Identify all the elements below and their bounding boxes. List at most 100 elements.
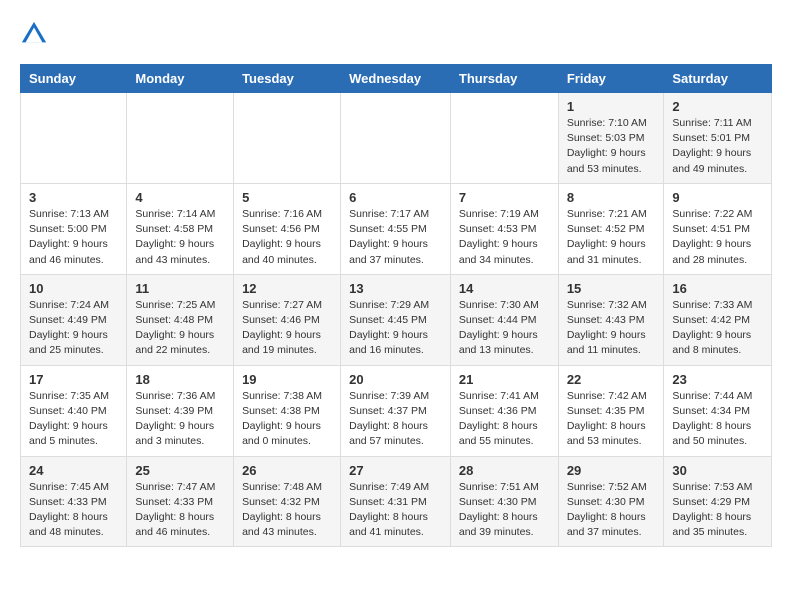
day-info: Sunrise: 7:38 AM Sunset: 4:38 PM Dayligh… — [242, 389, 332, 450]
day-number: 26 — [242, 463, 332, 478]
day-info: Sunrise: 7:22 AM Sunset: 4:51 PM Dayligh… — [672, 207, 763, 268]
day-info: Sunrise: 7:44 AM Sunset: 4:34 PM Dayligh… — [672, 389, 763, 450]
weekday-header-wednesday: Wednesday — [341, 65, 451, 93]
calendar-cell: 21Sunrise: 7:41 AM Sunset: 4:36 PM Dayli… — [450, 365, 558, 456]
day-info: Sunrise: 7:32 AM Sunset: 4:43 PM Dayligh… — [567, 298, 656, 359]
weekday-header-thursday: Thursday — [450, 65, 558, 93]
day-number: 20 — [349, 372, 442, 387]
day-number: 7 — [459, 190, 550, 205]
day-number: 15 — [567, 281, 656, 296]
calendar-cell: 25 Sunrise: 7:47 AM Sunset: 4:33 PM Dayli… — [127, 456, 234, 547]
day-number: 4 — [135, 190, 225, 205]
calendar-header: SundayMondayTuesdayWednesdayThursdayFrid… — [21, 65, 772, 93]
day-number: 1 — [567, 99, 656, 114]
day-number: 11 — [135, 281, 225, 296]
weekday-header-monday: Monday — [127, 65, 234, 93]
calendar-cell: 3 Sunrise: 7:13 AM Sunset: 5:00 PM Daylig… — [21, 183, 127, 274]
calendar-cell: 24 Sunrise: 7:45 AM Sunset: 4:33 PM Dayli… — [21, 456, 127, 547]
weekday-header-sunday: Sunday — [21, 65, 127, 93]
day-number: 6 — [349, 190, 442, 205]
day-info: Sunrise: 7:47 AM Sunset: 4:33 PM Dayligh… — [135, 480, 225, 541]
day-info: Sunrise: 7:51 AM Sunset: 4:30 PM Dayligh… — [459, 480, 550, 541]
calendar-cell: 29 Sunrise: 7:52 AM Sunset: 4:30 PM Dayli… — [558, 456, 664, 547]
calendar-cell: 26 Sunrise: 7:48 AM Sunset: 4:32 PM Dayli… — [234, 456, 341, 547]
calendar-cell: 14 Sunrise: 7:30 AM Sunset: 4:44 PM Dayli… — [450, 274, 558, 365]
day-info: Sunrise: 7:10 AM Sunset: 5:03 PM Dayligh… — [567, 116, 656, 177]
day-info: Sunrise: 7:14 AM Sunset: 4:58 PM Dayligh… — [135, 207, 225, 268]
calendar-cell: 8 Sunrise: 7:21 AM Sunset: 4:52 PM Daylig… — [558, 183, 664, 274]
day-number: 13 — [349, 281, 442, 296]
day-info: Sunrise: 7:13 AM Sunset: 5:00 PM Dayligh… — [29, 207, 118, 268]
day-info: Sunrise: 7:48 AM Sunset: 4:32 PM Dayligh… — [242, 480, 332, 541]
day-info: Sunrise: 7:35 AM Sunset: 4:40 PM Dayligh… — [29, 389, 118, 450]
day-info: Sunrise: 7:45 AM Sunset: 4:33 PM Dayligh… — [29, 480, 118, 541]
calendar-cell — [450, 93, 558, 184]
calendar-cell: 2Sunrise: 7:11 AM Sunset: 5:01 PM Daylig… — [664, 93, 772, 184]
logo — [20, 20, 52, 48]
calendar-body: 1 Sunrise: 7:10 AM Sunset: 5:03 PM Daylig… — [21, 93, 772, 547]
calendar-week-1: 3 Sunrise: 7:13 AM Sunset: 5:00 PM Daylig… — [21, 183, 772, 274]
day-number: 30 — [672, 463, 763, 478]
calendar-cell: 16 Sunrise: 7:33 AM Sunset: 4:42 PM Dayli… — [664, 274, 772, 365]
day-number: 23 — [672, 372, 763, 387]
day-number: 14 — [459, 281, 550, 296]
day-number: 3 — [29, 190, 118, 205]
calendar-cell: 22Sunrise: 7:42 AM Sunset: 4:35 PM Dayli… — [558, 365, 664, 456]
logo-icon — [20, 20, 48, 48]
calendar-cell: 13 Sunrise: 7:29 AM Sunset: 4:45 PM Dayli… — [341, 274, 451, 365]
calendar-cell — [341, 93, 451, 184]
page-header — [20, 20, 772, 48]
day-info: Sunrise: 7:11 AM Sunset: 5:01 PM Dayligh… — [672, 116, 763, 177]
calendar-cell: 10Sunrise: 7:24 AM Sunset: 4:49 PM Dayli… — [21, 274, 127, 365]
header-row: SundayMondayTuesdayWednesdayThursdayFrid… — [21, 65, 772, 93]
day-number: 19 — [242, 372, 332, 387]
day-number: 8 — [567, 190, 656, 205]
day-info: Sunrise: 7:27 AM Sunset: 4:46 PM Dayligh… — [242, 298, 332, 359]
calendar-week-2: 10Sunrise: 7:24 AM Sunset: 4:49 PM Dayli… — [21, 274, 772, 365]
day-info: Sunrise: 7:41 AM Sunset: 4:36 PM Dayligh… — [459, 389, 550, 450]
calendar-week-0: 1 Sunrise: 7:10 AM Sunset: 5:03 PM Daylig… — [21, 93, 772, 184]
weekday-header-tuesday: Tuesday — [234, 65, 341, 93]
day-info: Sunrise: 7:21 AM Sunset: 4:52 PM Dayligh… — [567, 207, 656, 268]
day-info: Sunrise: 7:29 AM Sunset: 4:45 PM Dayligh… — [349, 298, 442, 359]
day-info: Sunrise: 7:16 AM Sunset: 4:56 PM Dayligh… — [242, 207, 332, 268]
day-info: Sunrise: 7:52 AM Sunset: 4:30 PM Dayligh… — [567, 480, 656, 541]
day-number: 22 — [567, 372, 656, 387]
day-number: 25 — [135, 463, 225, 478]
day-number: 12 — [242, 281, 332, 296]
day-info: Sunrise: 7:36 AM Sunset: 4:39 PM Dayligh… — [135, 389, 225, 450]
calendar-cell: 20Sunrise: 7:39 AM Sunset: 4:37 PM Dayli… — [341, 365, 451, 456]
calendar-cell — [21, 93, 127, 184]
calendar-table: SundayMondayTuesdayWednesdayThursdayFrid… — [20, 64, 772, 547]
day-number: 10 — [29, 281, 118, 296]
calendar-cell: 7 Sunrise: 7:19 AM Sunset: 4:53 PM Daylig… — [450, 183, 558, 274]
day-info: Sunrise: 7:30 AM Sunset: 4:44 PM Dayligh… — [459, 298, 550, 359]
day-info: Sunrise: 7:53 AM Sunset: 4:29 PM Dayligh… — [672, 480, 763, 541]
calendar-cell: 17Sunrise: 7:35 AM Sunset: 4:40 PM Dayli… — [21, 365, 127, 456]
calendar-week-3: 17Sunrise: 7:35 AM Sunset: 4:40 PM Dayli… — [21, 365, 772, 456]
calendar-cell: 19 Sunrise: 7:38 AM Sunset: 4:38 PM Dayli… — [234, 365, 341, 456]
weekday-header-friday: Friday — [558, 65, 664, 93]
day-number: 28 — [459, 463, 550, 478]
calendar-cell: 27 Sunrise: 7:49 AM Sunset: 4:31 PM Dayli… — [341, 456, 451, 547]
calendar-cell — [234, 93, 341, 184]
day-number: 29 — [567, 463, 656, 478]
calendar-cell — [127, 93, 234, 184]
day-number: 16 — [672, 281, 763, 296]
day-info: Sunrise: 7:33 AM Sunset: 4:42 PM Dayligh… — [672, 298, 763, 359]
day-info: Sunrise: 7:19 AM Sunset: 4:53 PM Dayligh… — [459, 207, 550, 268]
day-number: 5 — [242, 190, 332, 205]
calendar-cell: 12 Sunrise: 7:27 AM Sunset: 4:46 PM Dayli… — [234, 274, 341, 365]
calendar-cell: 30 Sunrise: 7:53 AM Sunset: 4:29 PM Dayli… — [664, 456, 772, 547]
calendar-cell: 18Sunrise: 7:36 AM Sunset: 4:39 PM Dayli… — [127, 365, 234, 456]
day-number: 27 — [349, 463, 442, 478]
calendar-cell: 4 Sunrise: 7:14 AM Sunset: 4:58 PM Daylig… — [127, 183, 234, 274]
day-number: 9 — [672, 190, 763, 205]
day-info: Sunrise: 7:25 AM Sunset: 4:48 PM Dayligh… — [135, 298, 225, 359]
day-info: Sunrise: 7:49 AM Sunset: 4:31 PM Dayligh… — [349, 480, 442, 541]
calendar-week-4: 24 Sunrise: 7:45 AM Sunset: 4:33 PM Dayli… — [21, 456, 772, 547]
day-number: 24 — [29, 463, 118, 478]
calendar-cell: 6Sunrise: 7:17 AM Sunset: 4:55 PM Daylig… — [341, 183, 451, 274]
weekday-header-saturday: Saturday — [664, 65, 772, 93]
calendar-cell: 9 Sunrise: 7:22 AM Sunset: 4:51 PM Daylig… — [664, 183, 772, 274]
